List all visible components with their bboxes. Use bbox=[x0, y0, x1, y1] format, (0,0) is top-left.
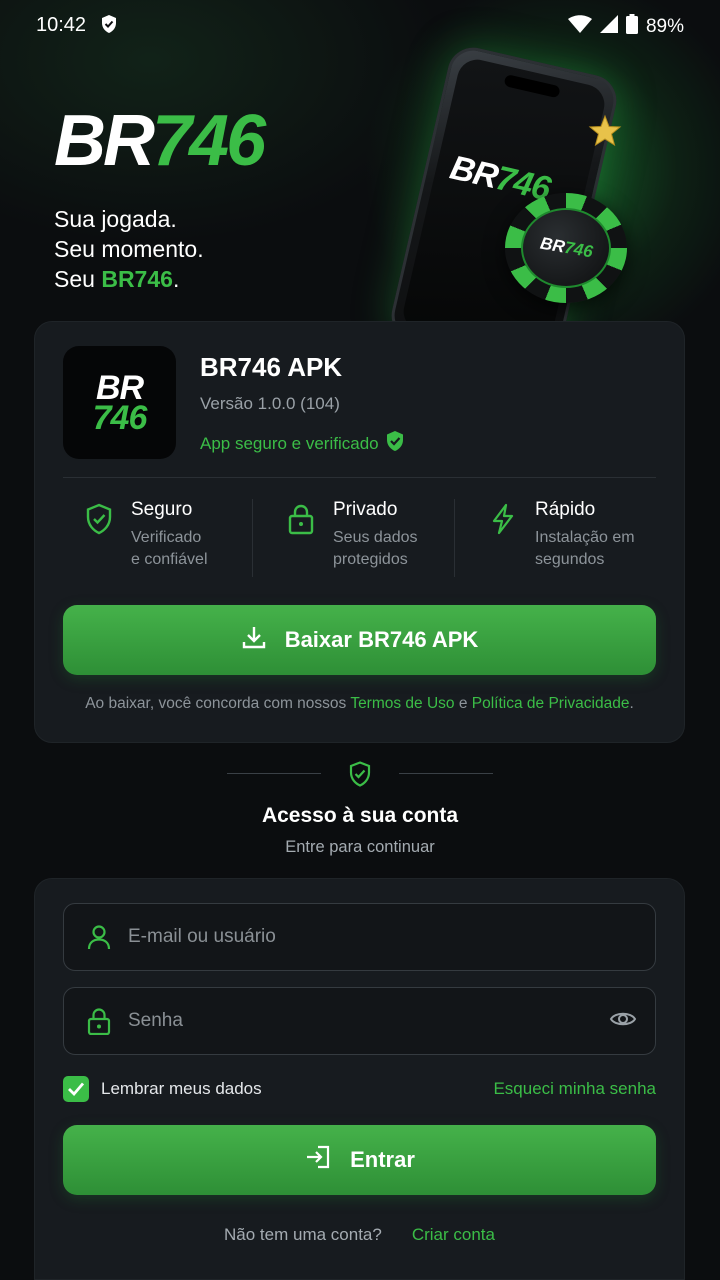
privacy-link[interactable]: Política de Privacidade bbox=[472, 695, 630, 712]
divider-right bbox=[399, 773, 493, 774]
user-icon bbox=[84, 924, 114, 950]
status-indicators: 89% bbox=[567, 14, 684, 40]
login-card: Lembrar meus dados Esqueci minha senha E… bbox=[34, 878, 685, 1280]
chip-logo: BR746 bbox=[538, 233, 594, 262]
shield-check-icon bbox=[385, 430, 405, 457]
status-bar: 10:42 89% bbox=[0, 0, 720, 52]
login-button[interactable]: Entrar bbox=[63, 1125, 656, 1195]
shield-status-icon bbox=[100, 14, 118, 39]
signal-icon bbox=[599, 15, 618, 39]
access-subtitle: Entre para continuar bbox=[285, 838, 435, 856]
username-field[interactable] bbox=[63, 903, 656, 971]
download-apk-button[interactable]: Baixar BR746 APK bbox=[63, 605, 656, 675]
shield-check-icon bbox=[348, 761, 372, 792]
tagline-line-1: Sua jogada. bbox=[54, 206, 177, 232]
signup-prompt: Não tem uma conta? bbox=[224, 1225, 382, 1244]
feature-title: Seguro bbox=[131, 499, 193, 520]
app-icon: BR 746 bbox=[63, 346, 176, 459]
create-account-link[interactable]: Criar conta bbox=[412, 1225, 495, 1244]
password-field[interactable] bbox=[63, 987, 656, 1055]
status-time: 10:42 bbox=[36, 14, 87, 36]
download-icon bbox=[241, 624, 267, 656]
remember-me[interactable]: Lembrar meus dados bbox=[63, 1076, 262, 1102]
battery-icon bbox=[625, 14, 638, 40]
legal-notice: Ao baixar, você concorda com nossos Term… bbox=[85, 695, 634, 712]
shield-check-icon bbox=[85, 499, 115, 577]
feature-fast: Rápido Instalação em segundos bbox=[454, 499, 656, 577]
wifi-icon bbox=[567, 15, 592, 39]
lightning-icon bbox=[489, 499, 519, 577]
password-input[interactable] bbox=[128, 1010, 609, 1032]
app-version: Versão 1.0.0 (104) bbox=[200, 394, 340, 413]
signup-row: Não tem uma conta? Criar conta bbox=[35, 1225, 684, 1245]
feature-private: Privado Seus dados protegidos bbox=[252, 499, 454, 577]
feature-secure: Seguro Verificado e confiável bbox=[63, 499, 252, 577]
apk-download-card: BR 746 BR746 APK Versão 1.0.0 (104) App … bbox=[34, 321, 685, 743]
hero-tagline: Sua jogada. Seu momento. Seu BR746. bbox=[54, 204, 204, 294]
feature-title: Privado bbox=[333, 499, 398, 520]
feature-title: Rápido bbox=[535, 499, 596, 520]
feature-description: Instalação em segundos bbox=[535, 529, 635, 568]
verified-badge: App seguro e verificado bbox=[200, 430, 405, 457]
lock-icon bbox=[84, 1007, 114, 1035]
brand-logo: BR746 bbox=[54, 101, 266, 181]
app-name: BR746 APK bbox=[200, 352, 343, 382]
eye-icon[interactable] bbox=[609, 1009, 637, 1034]
divider-left bbox=[227, 773, 321, 774]
remember-checkbox[interactable] bbox=[63, 1076, 89, 1102]
feature-description: Seus dados protegidos bbox=[333, 529, 418, 568]
username-input[interactable] bbox=[128, 926, 655, 948]
access-title: Acesso à sua conta bbox=[261, 804, 459, 827]
divider bbox=[63, 477, 656, 478]
feature-description: Verificado e confiável bbox=[131, 529, 208, 568]
lock-icon bbox=[287, 499, 317, 577]
login-button-label: Entrar bbox=[350, 1147, 415, 1172]
tagline-line-2: Seu momento. bbox=[54, 236, 204, 262]
remember-label: Lembrar meus dados bbox=[101, 1079, 262, 1098]
casino-chip-illustration: BR746 bbox=[505, 193, 627, 303]
terms-link[interactable]: Termos de Uso bbox=[350, 695, 454, 712]
login-icon bbox=[304, 1144, 332, 1176]
tagline-line-3: Seu BR746. bbox=[54, 266, 180, 292]
forgot-password-link[interactable]: Esqueci minha senha bbox=[493, 1079, 656, 1099]
star-icon bbox=[588, 114, 622, 153]
features-row: Seguro Verificado e confiável Privado Se… bbox=[63, 499, 656, 577]
download-button-label: Baixar BR746 APK bbox=[284, 627, 479, 652]
battery-percentage: 89% bbox=[645, 16, 684, 37]
